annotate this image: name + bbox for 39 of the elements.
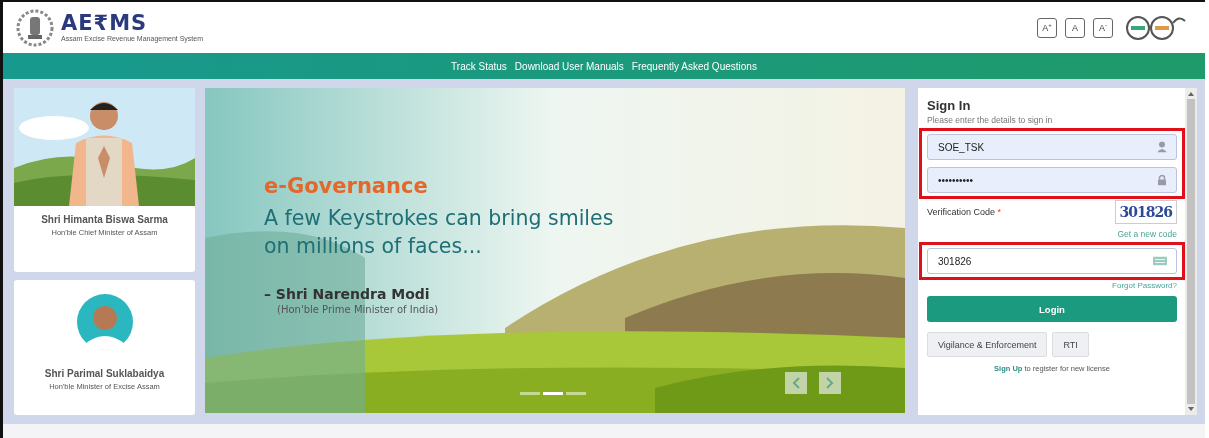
quote-author-title: (Hon'ble Prime Minister of India) — [277, 304, 440, 315]
slide-indicator[interactable] — [543, 392, 563, 395]
avatar-icon — [76, 294, 133, 350]
slide-indicator[interactable] — [566, 392, 586, 395]
font-size-button[interactable]: A$^{-}$ — [1093, 17, 1113, 38]
scroll-down-icon — [1188, 407, 1194, 411]
keyboard-icon — [1153, 256, 1167, 266]
font-size-button[interactable]: A — [1065, 17, 1085, 38]
scrollbar[interactable] — [1185, 88, 1197, 415]
quote-author: – Shri Narendra Modi — [264, 286, 431, 302]
leader-name: Shri Parimal Suklabaidya — [44, 368, 165, 379]
logo-wordmark: AE₹MS — [61, 12, 149, 34]
verification-code-field[interactable]: 301826 — [927, 248, 1177, 274]
scrollbar-thumb[interactable] — [1187, 99, 1195, 404]
emblem-icon — [15, 7, 55, 48]
slide-indicator[interactable] — [520, 392, 540, 395]
slide-heading: e-Governance — [264, 174, 429, 198]
captcha-image: 301826 — [1114, 200, 1177, 224]
lock-icon — [1157, 174, 1167, 186]
sign-in-subtitle: Please enter the details to sign in — [927, 115, 1054, 125]
scroll-up-icon — [1188, 92, 1194, 96]
user-icon — [1157, 141, 1167, 153]
leader-name: Shri Himanta Biswa Sarma — [41, 214, 168, 225]
previous-slide-button[interactable] — [785, 372, 807, 394]
chevron-left-icon — [792, 377, 800, 389]
secondary-button[interactable]: Vigilance & Enforcement — [927, 332, 1048, 357]
slide-quote: A few Keystrokes can bring smiles on millions of faces... — [264, 205, 614, 260]
nav-link[interactable]: Download User Manuals — [514, 60, 624, 72]
username-field[interactable]: SOE_TSK — [927, 134, 1177, 160]
login-button[interactable]: Login — [927, 296, 1177, 322]
chevron-right-icon — [826, 377, 834, 389]
verification-code-label: Verification Code * — [927, 207, 1002, 217]
font-size-button[interactable]: A$^{+}$ — [1037, 17, 1057, 38]
sign-in-title: Sign In — [927, 98, 972, 113]
next-slide-button[interactable] — [819, 372, 841, 394]
secondary-button[interactable]: RTI — [1052, 332, 1089, 357]
nav-link[interactable]: Track Status — [451, 60, 507, 72]
password-field[interactable]: •••••••••• — [927, 167, 1177, 193]
nav-link[interactable]: Frequently Asked Questions — [631, 60, 757, 72]
